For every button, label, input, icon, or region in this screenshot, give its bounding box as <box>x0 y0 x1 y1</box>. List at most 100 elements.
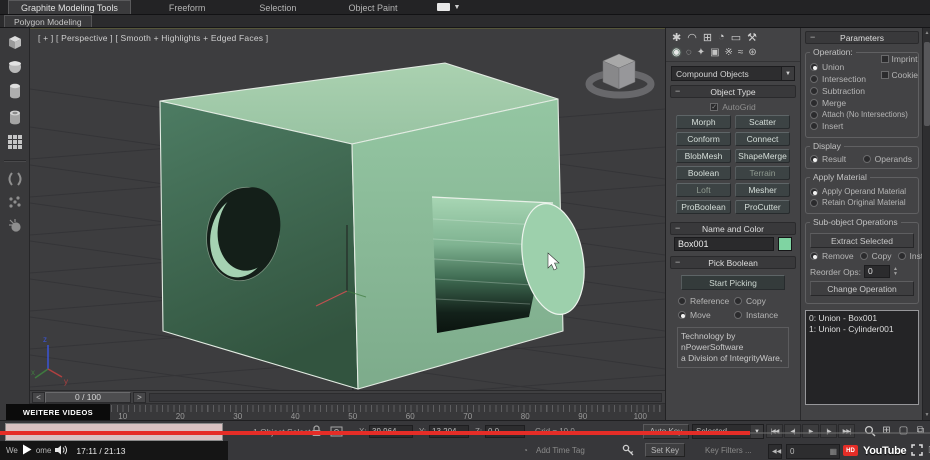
reorder-spinner[interactable]: ▲ ▼ <box>893 266 898 277</box>
autogrid-checkbox[interactable]: ✓ <box>710 103 719 111</box>
systems-category-icon[interactable]: ⊛ <box>748 47 756 58</box>
scatter-button[interactable]: Scatter <box>735 115 790 129</box>
perspective-viewport[interactable]: z x y [ + ] [ Perspective ] [ Smooth + H… <box>29 28 666 446</box>
zoom-all-icon[interactable]: ⊞ <box>879 423 894 438</box>
intersection-radio[interactable] <box>810 75 818 83</box>
change-operation-button[interactable]: Change Operation <box>810 281 914 296</box>
loft-button[interactable]: Loft <box>676 183 731 197</box>
key-mode-toggle[interactable]: ◀◀ <box>768 444 782 459</box>
parameters-rollout-header[interactable]: − Parameters <box>805 31 919 44</box>
viewcube[interactable] <box>585 53 655 99</box>
key-filters-button[interactable]: Key Filters ... <box>705 446 752 455</box>
prev-frame-button[interactable]: < <box>32 391 45 403</box>
retain-original-material-radio[interactable] <box>810 198 818 207</box>
tab-graphite-modeling-tools[interactable]: Graphite Modeling Tools <box>8 0 131 14</box>
operand-list[interactable]: 0: Union - Box001 1: Union - Cylinder001 <box>805 310 919 405</box>
symmetry-icon[interactable] <box>6 171 24 187</box>
zoom-extents-all-icon[interactable]: ⧉ <box>913 423 928 438</box>
terrain-button[interactable]: Terrain <box>735 166 790 180</box>
pick-boolean-rollout-header[interactable]: − Pick Boolean <box>670 256 796 269</box>
move-radio[interactable] <box>678 311 686 319</box>
grid-icon[interactable] <box>7 134 23 150</box>
motion-tab-icon[interactable]: ◔ <box>718 31 725 44</box>
next-frame-button[interactable]: |▶ <box>820 424 837 438</box>
reference-radio[interactable] <box>678 297 686 305</box>
proboolean-button[interactable]: ProBoolean <box>676 200 731 214</box>
more-videos-overlay[interactable]: WEITERE VIDEOS <box>6 404 110 420</box>
cylinder-icon[interactable] <box>7 82 23 100</box>
tab-object-paint[interactable]: Object Paint <box>336 0 409 14</box>
current-frame-field[interactable]: 0 ▦ <box>786 444 840 459</box>
inst-radio[interactable] <box>897 252 906 260</box>
fullscreen-icon[interactable] <box>911 443 924 458</box>
capsule-icon[interactable] <box>7 108 23 126</box>
scroll-down-icon[interactable]: ▼ <box>923 412 930 418</box>
play-button[interactable]: ▶ <box>802 424 819 438</box>
name-color-rollout-header[interactable]: − Name and Color <box>670 222 796 235</box>
boolean-button[interactable]: Boolean <box>676 166 731 180</box>
zoom-extents-icon[interactable]: ▢ <box>896 423 911 438</box>
insert-radio[interactable] <box>810 122 818 130</box>
display-tab-icon[interactable]: ▭ <box>731 31 741 44</box>
cookie-checkbox[interactable] <box>880 71 889 79</box>
ribbon-minimize-button[interactable]: ▼ <box>437 0 460 14</box>
shapes-category-icon[interactable]: ◌ <box>686 47 692 58</box>
viewport-label[interactable]: [ + ] [ Perspective ] [ Smooth + Highlig… <box>38 33 268 43</box>
extract-selected-button[interactable]: Extract Selected <box>810 233 914 248</box>
tab-freeform[interactable]: Freeform <box>157 0 218 14</box>
instance-radio[interactable] <box>734 311 742 319</box>
connect-button[interactable]: Connect <box>735 132 790 146</box>
result-radio[interactable] <box>810 155 818 163</box>
object-color-swatch[interactable] <box>778 237 792 251</box>
union-radio[interactable] <box>810 63 818 71</box>
track-bar[interactable]: 10 20 30 40 50 60 70 80 90 100 <box>30 403 665 421</box>
polygon-box-icon[interactable] <box>6 34 24 50</box>
hd-quality-badge[interactable]: HD <box>843 445 858 456</box>
cameras-category-icon[interactable]: ▣ <box>710 47 719 58</box>
merge-radio[interactable] <box>810 99 818 107</box>
bomb-icon[interactable] <box>7 217 23 233</box>
add-time-tag[interactable]: Add Time Tag <box>536 446 585 455</box>
boolean-cylinder-object[interactable] <box>431 196 592 333</box>
imprint-checkbox[interactable] <box>880 55 889 63</box>
conform-button[interactable]: Conform <box>676 132 731 146</box>
go-to-start-button[interactable]: |◀◀ <box>766 424 783 438</box>
scroll-up-icon[interactable]: ▲ <box>923 30 930 36</box>
video-progress-played[interactable] <box>0 431 750 435</box>
next-frame-button[interactable]: > <box>133 391 146 403</box>
apply-operand-material-radio[interactable] <box>810 187 818 196</box>
tab-polygon-modeling[interactable]: Polygon Modeling <box>4 15 92 27</box>
subtraction-radio[interactable] <box>810 87 818 95</box>
time-slider-handle[interactable]: 0 / 100 <box>45 391 131 403</box>
helpers-category-icon[interactable]: ※ <box>725 47 733 58</box>
zoom-icon[interactable] <box>862 423 877 438</box>
set-keys-key-icon[interactable] <box>622 444 635 459</box>
operands-radio[interactable] <box>862 155 871 163</box>
blobmesh-button[interactable]: BlobMesh <box>676 149 731 163</box>
object-name-field[interactable]: Box001 <box>674 237 774 251</box>
copy-radio[interactable] <box>734 297 742 305</box>
lights-category-icon[interactable]: ✦ <box>697 47 705 58</box>
reorder-ops-field[interactable]: 0 <box>864 265 891 278</box>
scrollbar-thumb[interactable] <box>924 42 930 126</box>
sphere-icon[interactable] <box>7 58 23 74</box>
shapemerge-button[interactable]: ShapeMerge <box>735 149 790 163</box>
spacewarps-category-icon[interactable]: ≈ <box>738 47 744 58</box>
tab-selection[interactable]: Selection <box>247 0 308 14</box>
create-tab-icon[interactable]: ✱ <box>672 31 681 44</box>
attach-radio[interactable] <box>810 110 818 119</box>
start-picking-button[interactable]: Start Picking <box>681 275 785 290</box>
set-key-button[interactable]: Set Key <box>645 443 685 457</box>
mesher-button[interactable]: Mesher <box>735 183 790 197</box>
time-slider-track[interactable] <box>149 392 662 402</box>
modify-tab-icon[interactable]: ◠ <box>687 31 697 44</box>
utilities-tab-icon[interactable]: ⚒ <box>747 31 757 44</box>
panel-scrollbar[interactable]: ▲ ▼ <box>922 28 930 420</box>
dots-cluster-icon[interactable] <box>7 195 23 209</box>
procutter-button[interactable]: ProCutter <box>735 200 790 214</box>
morph-button[interactable]: Morph <box>676 115 731 129</box>
video-play-icon[interactable] <box>22 444 32 457</box>
go-to-end-button[interactable]: ▶▶| <box>838 424 855 438</box>
object-type-rollout-header[interactable]: − Object Type <box>670 85 796 98</box>
geometry-type-dropdown[interactable]: Compound Objects ▼ <box>671 66 795 81</box>
